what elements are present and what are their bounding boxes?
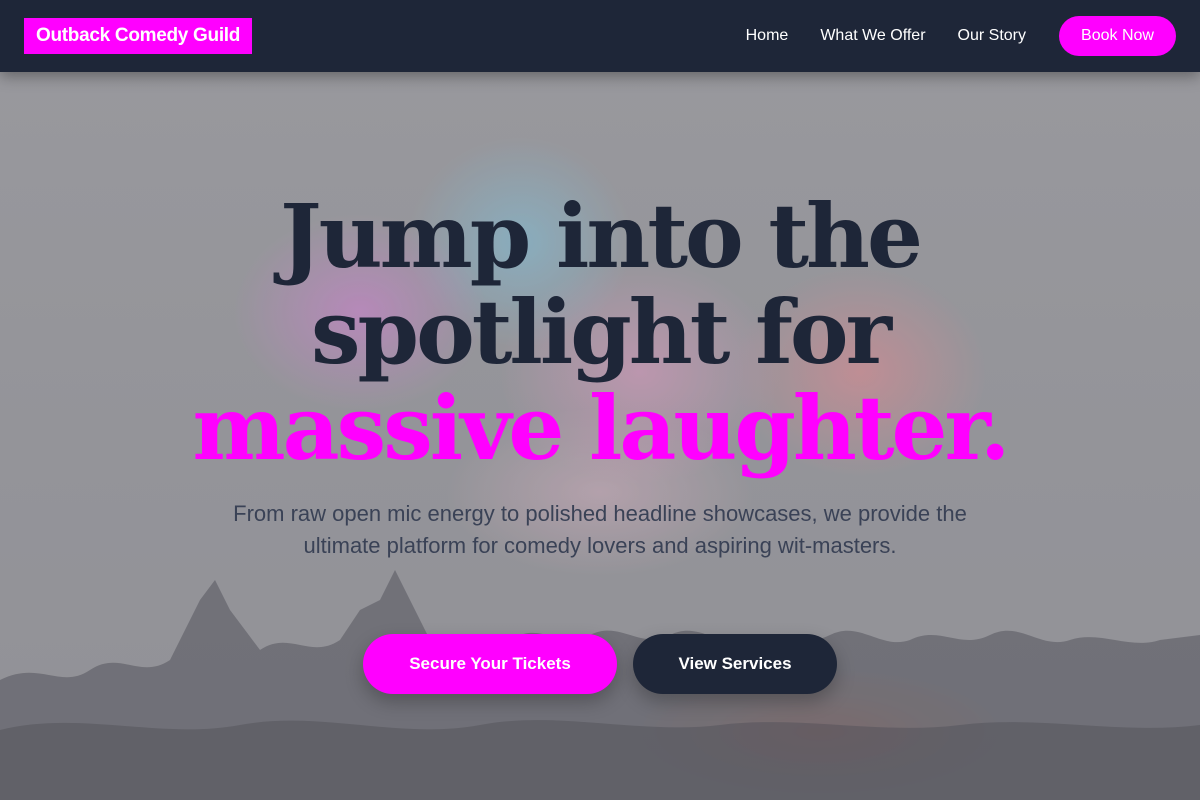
- site-header: Outback Comedy Guild Home What We Offer …: [0, 0, 1200, 72]
- headline-line-2: spotlight for: [311, 280, 892, 384]
- headline-accent: massive laughter.: [192, 376, 1011, 480]
- hero-cta-row: Secure Your Tickets View Services: [0, 634, 1200, 694]
- headline-line-1: Jump into the: [280, 184, 923, 288]
- hero-subtitle: From raw open mic energy to polished hea…: [233, 501, 967, 558]
- secure-tickets-button[interactable]: Secure Your Tickets: [363, 634, 617, 694]
- nav-link-what-we-offer[interactable]: What We Offer: [820, 27, 925, 45]
- brand-logo[interactable]: Outback Comedy Guild: [24, 18, 253, 54]
- nav-link-home[interactable]: Home: [746, 27, 789, 45]
- book-now-button[interactable]: Book Now: [1059, 16, 1176, 56]
- view-services-button[interactable]: View Services: [633, 634, 837, 694]
- hero-headline: Jump into the spotlight for massive laug…: [0, 188, 1200, 476]
- hero-section: Jump into the spotlight for massive laug…: [0, 72, 1200, 800]
- main-nav: Home What We Offer Our Story Book Now: [746, 16, 1176, 56]
- nav-link-our-story[interactable]: Our Story: [958, 27, 1026, 45]
